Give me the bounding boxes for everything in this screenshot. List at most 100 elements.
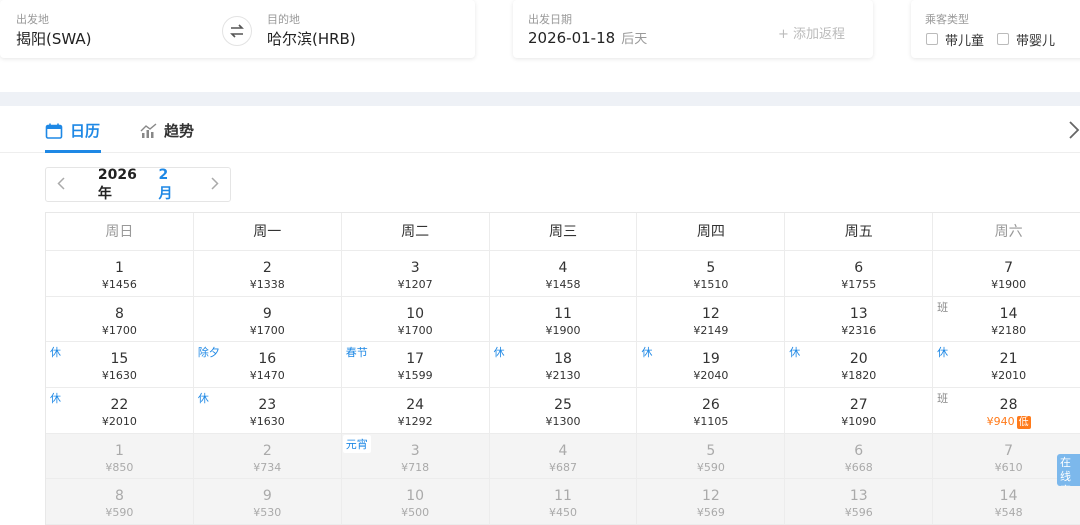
day-price-row: ¥1300 [490,415,637,428]
day-price-row: ¥590 [46,506,193,519]
calendar-day-cell[interactable]: 24 ¥1292 [341,388,490,434]
day-number: 4 [558,260,568,276]
date-field[interactable]: 2026-01-18 后天 [528,28,647,47]
lowest-price-badge: 低 [1016,416,1031,430]
calendar-day-cell[interactable]: 4 ¥1458 [489,251,638,297]
infant-checkbox[interactable] [997,33,1009,45]
day-number: 13 [849,305,868,322]
day-price-row: ¥1900 [933,278,1080,291]
price-calendar: 周日 周一 周二 周三 周四 周五 周六 1 ¥1456 2 ¥1338 3 ¥1207 4… [45,212,1080,525]
calendar-week-row: 休 22 ¥2010 休 23 ¥1630 24 ¥1292 25 ¥1300 26 ¥1105 27 ¥… [46,388,1080,434]
day-number: 15 [110,351,129,368]
online-service-button[interactable]: 在线客服 [1057,454,1080,486]
day-number: 6 [854,260,864,276]
calendar-day-cell[interactable]: 26 ¥1105 [637,388,786,434]
day-number: 7 [1004,260,1014,276]
day-number: 14 [999,488,1018,505]
calendar-day-cell[interactable]: 休 15 ¥1630 [46,342,194,389]
chevron-right-icon[interactable] [1068,120,1080,140]
from-value[interactable]: 揭阳(SWA) [16,28,92,49]
day-number: 18 [554,351,572,368]
chevron-left-icon [57,177,65,190]
calendar-day-cell[interactable]: 休 22 ¥2010 [46,388,194,434]
calendar-day-cell[interactable]: 1 ¥1456 [46,251,194,297]
passenger-card: 乘客类型 带儿童 带婴儿 [911,0,1080,58]
day-number: 10 [406,488,425,505]
calendar-day-cell[interactable]: 5 ¥590 [637,433,786,480]
calendar-day-cell[interactable]: 12 ¥2149 [637,296,786,343]
calendar-day-cell[interactable]: 14 ¥548 [933,479,1080,525]
calendar-day-cell[interactable]: 13 ¥596 [785,479,934,525]
day-price: ¥1090 [841,415,877,429]
day-number: 20 [849,351,868,368]
day-number: 12 [701,488,720,505]
calendar-day-cell[interactable]: 休 20 ¥1820 [785,342,934,389]
calendar-day-cell[interactable]: 9 ¥530 [193,479,342,525]
calendar-day-cell[interactable]: 11 ¥1900 [489,296,638,343]
day-price: ¥1755 [841,278,877,291]
calendar-day-cell[interactable]: 10 ¥1700 [341,296,490,343]
calendar-day-cell[interactable]: 元宵 3 ¥718 [341,433,490,480]
calendar-day-cell[interactable]: 除夕 16 ¥1470 [193,342,342,389]
swap-button[interactable] [222,16,252,46]
day-price-row: ¥500 [342,506,489,519]
view-tabs: 日历 趋势 [0,106,1080,153]
calendar-day-cell[interactable]: 11 ¥450 [489,479,638,525]
day-price-row: ¥1458 [490,278,637,291]
calendar-day-cell[interactable]: 8 ¥590 [46,479,194,525]
add-return-button[interactable]: + 添加返程 [778,23,845,42]
calendar-day-cell[interactable]: 6 ¥668 [785,433,934,480]
calendar-day-cell[interactable]: 10 ¥500 [341,479,490,525]
day-price: ¥1700 [101,323,137,337]
calendar-day-cell[interactable]: 3 ¥1207 [341,251,490,297]
calendar-day-cell[interactable]: 休 23 ¥1630 [193,388,342,434]
search-bar: 出发地 揭阳(SWA) 目的地 哈尔滨(HRB) 出发日期 2026-01-18… [0,0,1080,92]
to-label: 目的地 [267,13,300,26]
month-label[interactable]: 2月 [159,167,183,203]
calendar-day-cell[interactable]: 休 19 ¥2040 [637,342,786,389]
calendar-day-cell[interactable]: 13 ¥2316 [785,296,934,343]
tab-calendar[interactable]: 日历 [45,120,100,141]
calendar-day-cell[interactable]: 7 ¥1900 [933,251,1080,297]
calendar-day-cell[interactable]: 9 ¥1700 [193,296,342,343]
calendar-day-cell[interactable]: 27 ¥1090 [785,388,934,434]
to-value[interactable]: 哈尔滨(HRB) [267,28,356,49]
day-price-row: ¥2180 [933,324,1080,337]
day-price-row: ¥2010 [933,369,1080,382]
calendar-day-cell[interactable]: 春节 17 ¥1599 [341,342,490,389]
child-label[interactable]: 带儿童 [945,30,984,49]
calendar-day-cell[interactable]: 休 18 ¥2130 [489,342,638,389]
calendar-day-cell[interactable]: 休 21 ¥2010 [933,342,1080,389]
day-price: ¥1630 [249,415,285,429]
calendar-day-cell[interactable]: 2 ¥734 [193,433,342,480]
prev-month-button[interactable] [46,175,76,194]
day-number: 21 [999,351,1018,368]
tab-calendar-label: 日历 [70,122,101,140]
section-divider [0,92,1080,106]
calendar-day-cell[interactable]: 6 ¥1755 [785,251,934,297]
date-card: 出发日期 2026-01-18 后天 + 添加返程 [513,0,873,58]
day-price-row: ¥1338 [194,278,341,291]
calendar-day-cell[interactable]: 12 ¥569 [637,479,786,525]
calendar-day-cell[interactable]: 25 ¥1300 [489,388,638,434]
calendar-week-row: 8 ¥1700 9 ¥1700 10 ¥1700 11 ¥1900 12 ¥2149 13 ¥2316… [46,296,1080,343]
passenger-label: 乘客类型 [925,13,969,26]
calendar-day-cell[interactable]: 班 28 ¥940 低 [933,388,1080,434]
child-checkbox[interactable] [926,33,938,45]
calendar-day-cell[interactable]: 4 ¥687 [489,433,638,480]
next-month-button[interactable] [200,175,230,194]
calendar-day-cell[interactable]: 1 ¥850 [46,433,194,480]
day-number: 22 [110,397,129,414]
day-price-row: ¥1456 [46,278,193,291]
infant-label[interactable]: 带婴儿 [1016,30,1055,49]
calendar-day-cell[interactable]: 2 ¥1338 [193,251,342,297]
day-price: ¥850 [105,460,134,474]
calendar-day-cell[interactable]: 班 14 ¥2180 [933,297,1080,343]
weekday-label: 周三 [489,213,638,251]
calendar-week-row: 休 15 ¥1630 除夕 16 ¥1470 春节 17 ¥1599 休 18 ¥2130 休 19 ¥20… [46,342,1080,389]
day-number: 13 [849,488,868,505]
tab-trend[interactable]: 趋势 [140,120,194,141]
calendar-day-cell[interactable]: 8 ¥1700 [46,296,194,343]
day-number: 2 [262,442,272,459]
calendar-day-cell[interactable]: 5 ¥1510 [637,251,786,297]
